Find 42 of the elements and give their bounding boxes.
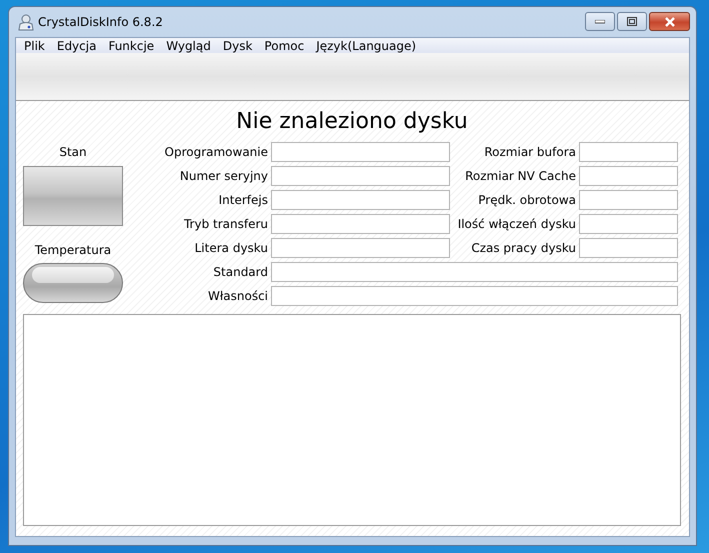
text-field[interactable]: [271, 262, 678, 282]
minimize-button[interactable]: [585, 12, 615, 31]
window-title: CrystalDiskInfo 6.8.2: [38, 15, 163, 29]
text-field[interactable]: [271, 238, 450, 258]
field-label: Własności: [206, 288, 268, 305]
field-label: Standard: [212, 264, 268, 281]
text-field[interactable]: [579, 190, 678, 210]
field-label: Interfejs: [218, 192, 268, 209]
close-button[interactable]: [649, 12, 690, 31]
minimize-icon: [595, 20, 605, 24]
field-label: Oprogramowanie: [164, 144, 268, 161]
text-field[interactable]: [579, 142, 678, 162]
text-field[interactable]: [579, 214, 678, 234]
menu-item[interactable]: Funkcje: [102, 38, 160, 52]
field-label: Numer seryjny: [178, 168, 268, 185]
text-field[interactable]: [271, 286, 678, 306]
menu-item[interactable]: Język(Language): [310, 38, 422, 52]
restore-icon: [627, 17, 637, 26]
heading: Nie znaleziono dysku: [235, 108, 469, 136]
menu-item[interactable]: Dysk: [216, 38, 258, 52]
text-field[interactable]: [579, 238, 678, 258]
field-label: Ilość włączeń dysku: [456, 216, 576, 233]
menu-item[interactable]: Pomoc: [258, 38, 310, 52]
field-label: Rozmiar bufora: [483, 144, 576, 161]
text-field[interactable]: [271, 214, 450, 234]
text-field[interactable]: [579, 166, 678, 186]
maximize-button[interactable]: [617, 12, 647, 31]
field-label: Prędk. obrotowa: [477, 192, 576, 209]
field-label: Tryb transferu: [182, 216, 268, 233]
menu-item[interactable]: Wygląd: [160, 38, 217, 52]
status-label: Stan: [59, 144, 87, 161]
disk-user-icon: [18, 14, 34, 30]
field-label: Rozmiar NV Cache: [464, 168, 576, 185]
close-icon: [664, 16, 676, 26]
field-label: Czas pracy dysku: [470, 240, 576, 257]
text-field[interactable]: [271, 166, 450, 186]
temperature-label: Temperatura: [34, 242, 112, 259]
text-field[interactable]: [271, 142, 450, 162]
menu-item[interactable]: Edycja: [50, 38, 102, 52]
text-field[interactable]: [271, 190, 450, 210]
menu-item[interactable]: Plik: [18, 38, 51, 52]
field-label: Litera dysku: [194, 240, 268, 257]
